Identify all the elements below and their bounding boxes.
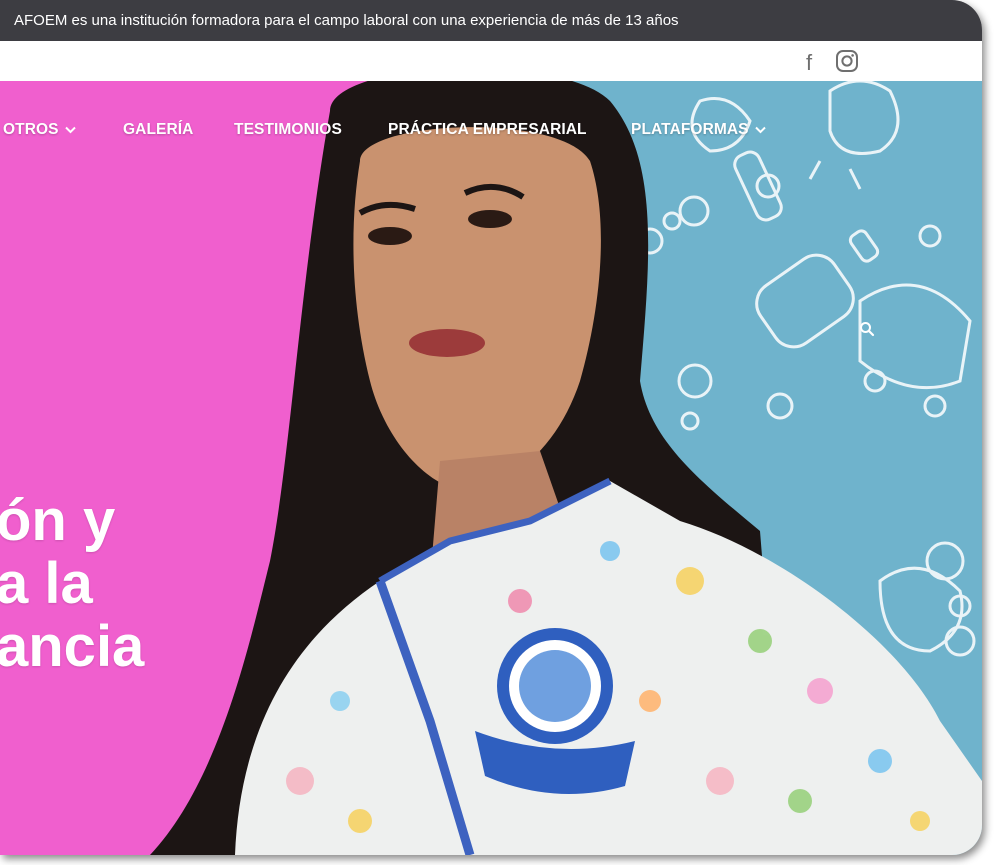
hero-banner: OTROS GALERÍA TESTIMONIOS PRÁCTICA EMPRE… bbox=[0, 81, 982, 855]
nav-item-nosotros[interactable]: OTROS bbox=[3, 121, 76, 139]
social-bar: f bbox=[0, 41, 982, 81]
instagram-icon[interactable] bbox=[835, 49, 859, 73]
headline-line: ancia bbox=[0, 614, 145, 679]
chevron-down-icon bbox=[754, 126, 766, 134]
nav-item-label: PLATAFORMAS bbox=[631, 121, 749, 138]
headline-line: ón y bbox=[0, 488, 116, 553]
nav-item-testimonios[interactable]: TESTIMONIOS bbox=[234, 121, 342, 139]
hero-image bbox=[150, 81, 982, 855]
announcement-text: AFOEM es una institución formadora para … bbox=[14, 12, 679, 29]
nav-item-practica-empresarial[interactable]: PRÁCTICA EMPRESARIAL bbox=[388, 121, 587, 139]
hero-headline: ón y a la ancia bbox=[0, 489, 144, 678]
nav-item-label: GALERÍA bbox=[123, 121, 194, 138]
nav-item-plataformas[interactable]: PLATAFORMAS bbox=[631, 121, 766, 139]
headline-line: a la bbox=[0, 551, 93, 616]
nav-item-label: OTROS bbox=[3, 121, 59, 138]
announcement-bar: AFOEM es una institución formadora para … bbox=[0, 0, 982, 41]
search-icon[interactable] bbox=[859, 321, 875, 337]
nav-item-galeria[interactable]: GALERÍA bbox=[123, 121, 193, 139]
nav-item-label: TESTIMONIOS bbox=[234, 121, 342, 138]
main-navigation: OTROS GALERÍA TESTIMONIOS PRÁCTICA EMPRE… bbox=[0, 81, 982, 181]
browser-frame: AFOEM es una institución formadora para … bbox=[0, 0, 982, 855]
facebook-icon[interactable]: f bbox=[806, 50, 812, 76]
chevron-down-icon bbox=[64, 126, 76, 134]
nav-item-label: PRÁCTICA EMPRESARIAL bbox=[388, 121, 587, 138]
